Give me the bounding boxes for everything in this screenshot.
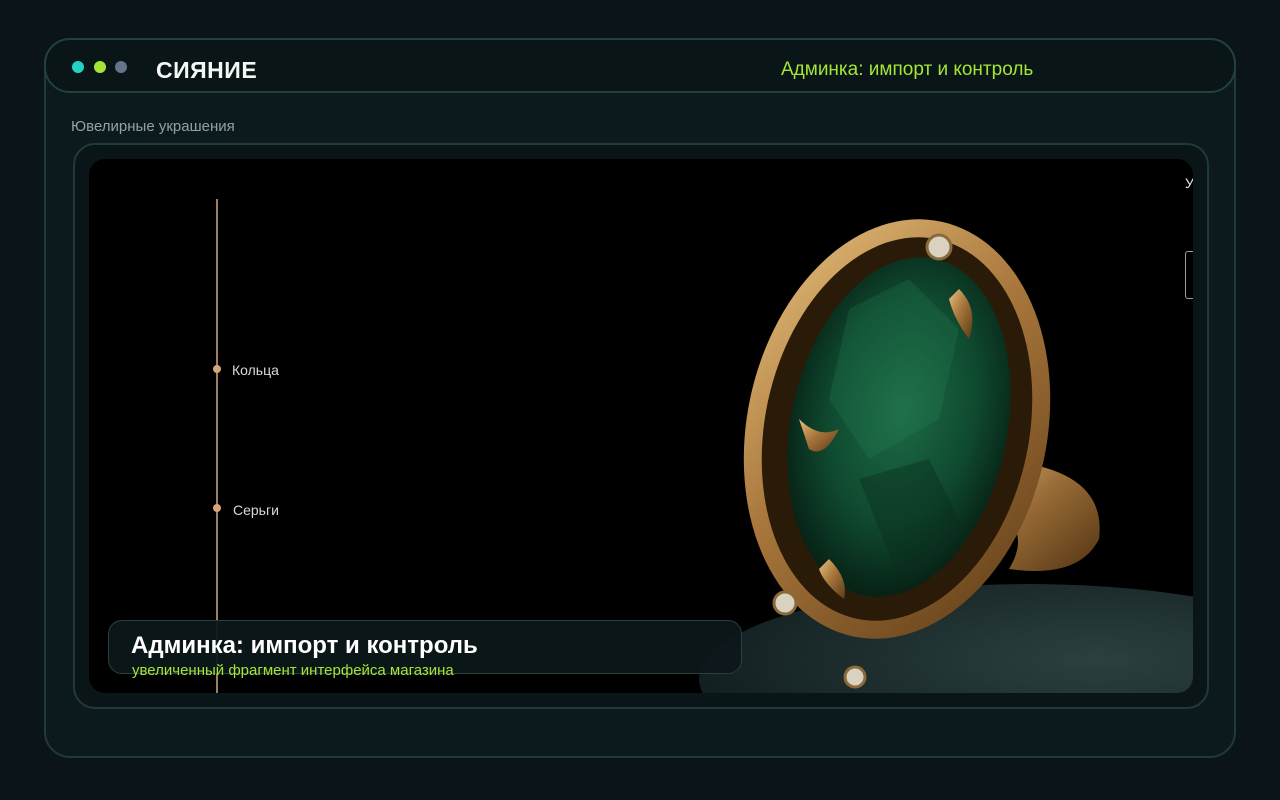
caption-subtitle: увеличенный фрагмент интерфейса магазина	[132, 662, 454, 679]
window-dot-lime-icon[interactable]	[94, 61, 106, 73]
section-label: Ювелирные украшения	[71, 118, 235, 135]
cropped-control[interactable]	[1185, 251, 1193, 299]
cropped-nav-text: У	[1185, 175, 1193, 191]
timeline-item-earrings[interactable]: Серьги	[233, 502, 279, 518]
timeline-dot	[213, 365, 221, 373]
window-dot-teal-icon[interactable]	[72, 61, 84, 73]
caption-title: Админка: импорт и контроль	[131, 632, 478, 659]
brand-name: СИЯНИЕ	[156, 57, 258, 83]
ring-product-image	[699, 219, 1193, 693]
timeline-dot	[213, 504, 221, 512]
timeline-item-rings[interactable]: Кольца	[232, 362, 279, 378]
window-dot-grey-icon[interactable]	[115, 61, 127, 73]
caption-panel: Админка: импорт и контроль увеличенный ф…	[108, 620, 742, 679]
header-title: Админка: импорт и контроль	[781, 59, 1034, 80]
title-bar: СИЯНИЕ Админка: импорт и контроль	[44, 38, 1236, 93]
category-timeline	[216, 199, 218, 693]
preview-viewport: Кольца Серьги У	[89, 159, 1193, 693]
